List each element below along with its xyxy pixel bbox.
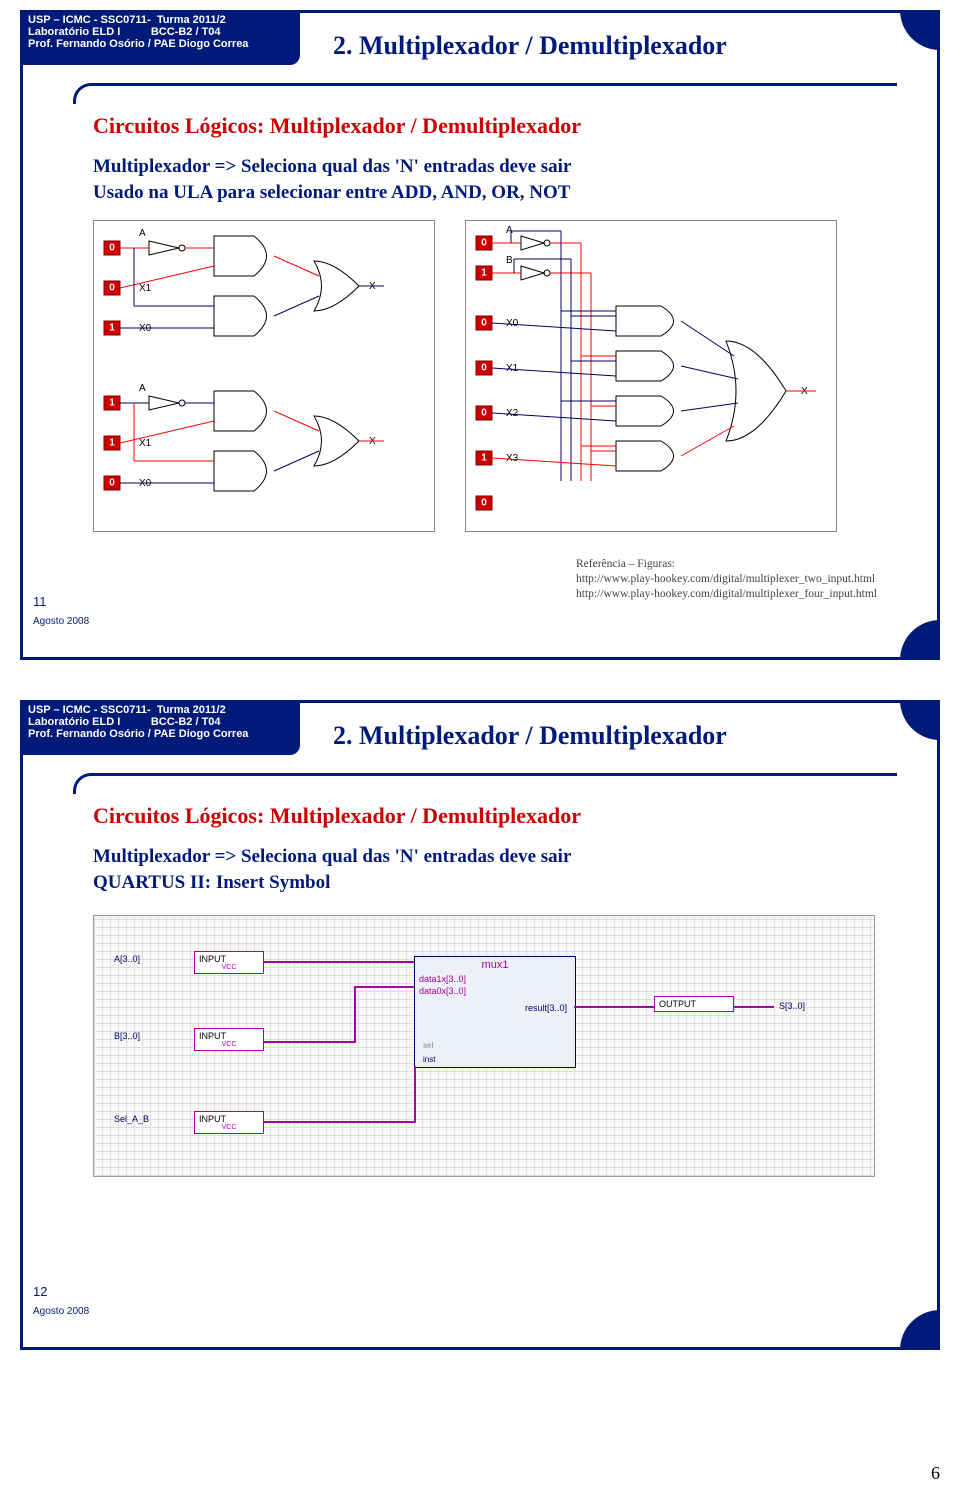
mux-port-sel: sel — [419, 1040, 437, 1051]
hdr1b: Turma 2011/2 — [157, 14, 226, 26]
two-input-mux-circuit: 0 A 0 X1 1 X0 X — [93, 220, 435, 532]
hdr2b: BCC-B2 / T04 — [151, 716, 221, 728]
pin-label-a: A[3..0] — [114, 954, 140, 964]
svg-text:A: A — [139, 383, 146, 394]
pin-input-label: INPUT — [199, 1031, 226, 1041]
content-line1: Multiplexador => Seleciona qual das 'N' … — [93, 154, 897, 180]
svg-text:0: 0 — [109, 283, 115, 294]
svg-text:X1: X1 — [139, 283, 152, 294]
pin-vcc-label: VCC — [199, 964, 259, 971]
corner-decoration — [900, 700, 940, 740]
ref-title: Referência – Figuras: — [576, 557, 877, 572]
pin-input-label: INPUT — [199, 954, 226, 964]
svg-text:0: 0 — [109, 478, 115, 489]
pin-input-label: INPUT — [199, 1114, 226, 1124]
mux-block: mux1 data1x[3..0] data0x[3..0] result[3.… — [414, 956, 576, 1068]
svg-text:A: A — [139, 228, 146, 239]
corner-decoration — [900, 1310, 940, 1350]
svg-text:0: 0 — [481, 238, 487, 249]
slide-header-box: USP – ICMC - SSC0711- Turma 2011/2 Labor… — [20, 10, 300, 65]
slide-number: 11 — [33, 594, 47, 609]
slide-date: Agosto 2008 — [33, 616, 89, 627]
pin-vcc-label: VCC — [199, 1041, 259, 1048]
corner-decoration — [900, 620, 940, 660]
slide-title: 2. Multiplexador / Demultiplexador — [333, 31, 727, 61]
hdr2b: BCC-B2 / T04 — [151, 26, 221, 38]
slide-12: USP – ICMC - SSC0711- Turma 2011/2 Labor… — [20, 700, 940, 1350]
mux-port-data1x: data1x[3..0] — [415, 973, 575, 985]
page-number: 6 — [931, 1463, 940, 1484]
ref-link-1: http://www.play-hookey.com/digital/multi… — [576, 572, 877, 587]
slide-date: Agosto 2008 — [33, 1306, 89, 1317]
four-input-mux-circuit: 0 A 1 B 0 X0 0 X1 0 X2 1 X3 0 — [465, 220, 837, 532]
hdr2a: Laboratório ELD I — [28, 26, 120, 38]
hdr3: Prof. Fernando Osório / PAE Diogo Correa — [28, 38, 292, 50]
slide-header-box: USP – ICMC - SSC0711- Turma 2011/2 Labor… — [20, 700, 300, 755]
slide-11: USP – ICMC - SSC0711- Turma 2011/2 Labor… — [20, 10, 940, 660]
svg-text:0: 0 — [109, 243, 115, 254]
content-title: Circuitos Lógicos: Multiplexador / Demul… — [93, 803, 897, 829]
svg-text:1: 1 — [109, 323, 115, 334]
svg-text:0: 0 — [481, 408, 487, 419]
pin-label-b: B[3..0] — [114, 1031, 140, 1041]
hdr1a: USP – ICMC - SSC0711- — [28, 14, 151, 26]
corner-decoration — [900, 10, 940, 50]
pin-label-sel: Sel_A_B — [114, 1114, 149, 1124]
slide-content: Circuitos Lógicos: Multiplexador / Demul… — [93, 113, 897, 627]
content-line2: QUARTUS II: Insert Symbol — [93, 870, 897, 896]
reference-text: Referência – Figuras: http://www.play-ho… — [576, 557, 877, 602]
content-line1: Multiplexador => Seleciona qual das 'N' … — [93, 844, 897, 870]
svg-text:0: 0 — [481, 498, 487, 509]
mux-port-data0x: data0x[3..0] — [415, 985, 575, 997]
svg-text:1: 1 — [109, 398, 115, 409]
slide-number: 12 — [33, 1284, 47, 1299]
pin-vcc-label: VCC — [199, 1124, 259, 1131]
svg-text:X2: X2 — [506, 408, 519, 419]
mux-name: mux1 — [415, 957, 575, 973]
pin-label-s: S[3..0] — [779, 1001, 805, 1011]
title-underline — [73, 773, 897, 794]
content-title: Circuitos Lógicos: Multiplexador / Demul… — [93, 113, 897, 139]
slide-content: Circuitos Lógicos: Multiplexador / Demul… — [93, 803, 897, 1317]
pin-output-label: OUTPUT — [659, 999, 696, 1009]
mux-inst: inst — [419, 1054, 439, 1065]
svg-text:0: 0 — [481, 363, 487, 374]
svg-text:X1: X1 — [139, 438, 152, 449]
svg-text:1: 1 — [481, 268, 487, 279]
quartus-schematic: A[3..0] INPUT VCC B[3..0] INPUT VCC Sel_… — [93, 915, 875, 1177]
mux-port-result: result[3..0] — [521, 1002, 571, 1014]
svg-text:B: B — [506, 255, 513, 266]
hdr1a: USP – ICMC - SSC0711- — [28, 704, 151, 716]
svg-text:0: 0 — [481, 318, 487, 329]
circuit-row: 0 A 0 X1 1 X0 X — [93, 220, 897, 532]
slide-title: 2. Multiplexador / Demultiplexador — [333, 721, 727, 751]
hdr1b: Turma 2011/2 — [157, 704, 226, 716]
content-line2: Usado na ULA para selecionar entre ADD, … — [93, 180, 897, 206]
hdr3: Prof. Fernando Osório / PAE Diogo Correa — [28, 728, 292, 740]
hdr2a: Laboratório ELD I — [28, 716, 120, 728]
svg-text:X1: X1 — [506, 363, 519, 374]
title-underline — [73, 83, 897, 104]
svg-text:X3: X3 — [506, 453, 519, 464]
svg-text:1: 1 — [481, 453, 487, 464]
svg-text:X0: X0 — [506, 318, 519, 329]
ref-link-2: http://www.play-hookey.com/digital/multi… — [576, 587, 877, 602]
svg-text:1: 1 — [109, 438, 115, 449]
